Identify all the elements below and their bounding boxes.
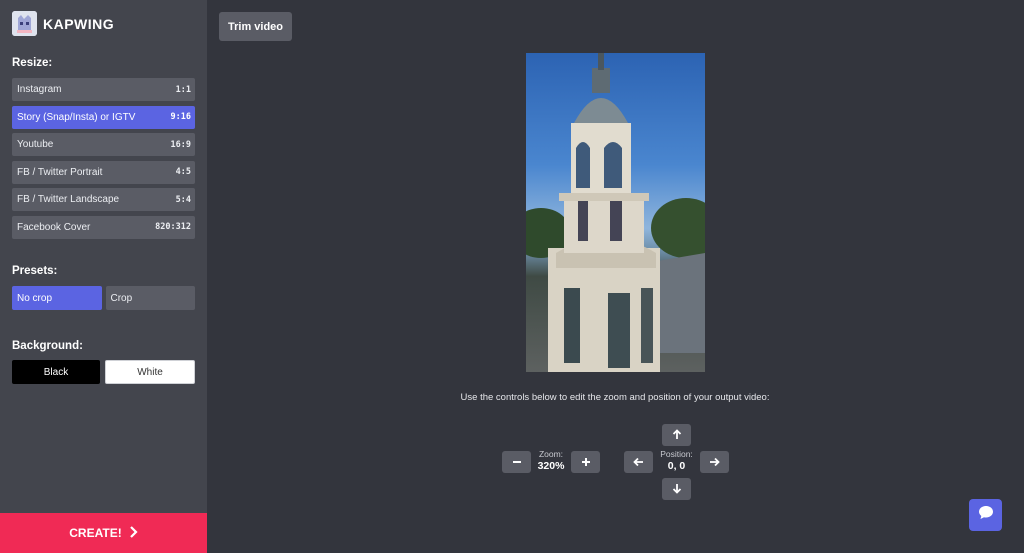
arrow-left-icon bbox=[633, 455, 644, 470]
zoom-position-instructions: Use the controls below to edit the zoom … bbox=[0, 392, 1024, 403]
preset-row: No crop Crop bbox=[12, 286, 195, 310]
resize-option-fb-landscape[interactable]: FB / Twitter Landscape 5:4 bbox=[12, 188, 195, 211]
presets-label: Presets: bbox=[12, 265, 58, 277]
move-left-button[interactable] bbox=[624, 451, 653, 473]
video-frame-image bbox=[526, 53, 705, 372]
resize-option-label: FB / Twitter Landscape bbox=[17, 194, 120, 205]
chat-bubble-icon bbox=[978, 505, 994, 525]
move-down-button[interactable] bbox=[662, 478, 691, 500]
create-button[interactable]: CREATE! bbox=[0, 513, 207, 553]
brand-name: KAPWING bbox=[43, 15, 115, 32]
resize-option-facebook-cover[interactable]: Facebook Cover 820:312 bbox=[12, 215, 195, 239]
resize-option-ratio: 16:9 bbox=[170, 139, 191, 150]
resize-option-fb-portrait[interactable]: FB / Twitter Portrait 4:5 bbox=[12, 160, 195, 184]
create-label: CREATE! bbox=[69, 526, 122, 540]
resize-option-ratio: 4:5 bbox=[175, 167, 191, 177]
resize-option-ratio: 1:1 bbox=[175, 84, 191, 95]
zoom-in-button[interactable] bbox=[571, 451, 600, 473]
kapwing-logo-icon bbox=[12, 11, 37, 36]
resize-option-label: FB / Twitter Portrait bbox=[17, 166, 103, 178]
trim-video-button[interactable]: Trim video bbox=[219, 12, 293, 41]
background-label: Background: bbox=[12, 340, 83, 352]
resize-option-ratio: 820:312 bbox=[155, 222, 191, 232]
resize-option-label: Story (Snap/Insta) or IGTV bbox=[17, 111, 136, 123]
arrow-up-icon bbox=[672, 428, 682, 443]
arrow-down-icon bbox=[672, 482, 682, 497]
brand[interactable]: KAPWING bbox=[12, 11, 114, 36]
zoom-label: Zoom: bbox=[538, 449, 564, 459]
resize-option-label: Facebook Cover bbox=[17, 221, 91, 233]
resize-list: Instagram 1:1 Story (Snap/Insta) or IGTV… bbox=[12, 78, 195, 243]
arrow-right-icon bbox=[709, 455, 720, 470]
zoom-out-button[interactable] bbox=[502, 451, 531, 473]
background-row: Black White bbox=[12, 360, 195, 384]
preset-no-crop-button[interactable]: No crop bbox=[12, 286, 102, 310]
preset-crop-button[interactable]: Crop bbox=[105, 286, 195, 310]
resize-label: Resize: bbox=[12, 57, 53, 69]
resize-option-label: Instagram bbox=[17, 84, 62, 95]
move-right-button[interactable] bbox=[700, 451, 729, 473]
resize-option-label: Youtube bbox=[17, 139, 54, 150]
sidebar: KAPWING Resize: Instagram 1:1 Story (Sna… bbox=[0, 0, 207, 553]
zoom-value: 320% bbox=[537, 460, 565, 472]
chevron-right-icon bbox=[129, 525, 138, 541]
move-up-button[interactable] bbox=[662, 424, 691, 446]
position-label: Position: bbox=[660, 449, 693, 459]
resize-option-story[interactable]: Story (Snap/Insta) or IGTV 9:16 bbox=[12, 105, 195, 129]
resize-option-ratio: 5:4 bbox=[175, 194, 191, 205]
background-black-button[interactable]: Black bbox=[12, 360, 100, 384]
resize-option-ratio: 9:16 bbox=[170, 112, 191, 122]
chat-button[interactable] bbox=[969, 499, 1002, 531]
background-white-button[interactable]: White bbox=[105, 360, 195, 384]
resize-option-youtube[interactable]: Youtube 16:9 bbox=[12, 133, 195, 156]
position-value: 0, 0 bbox=[667, 460, 686, 472]
resize-option-instagram[interactable]: Instagram 1:1 bbox=[12, 78, 195, 101]
minus-icon bbox=[512, 455, 522, 470]
instructions-text: Use the controls below to edit the zoom … bbox=[460, 392, 770, 403]
video-preview bbox=[526, 53, 705, 372]
plus-icon bbox=[581, 455, 591, 470]
